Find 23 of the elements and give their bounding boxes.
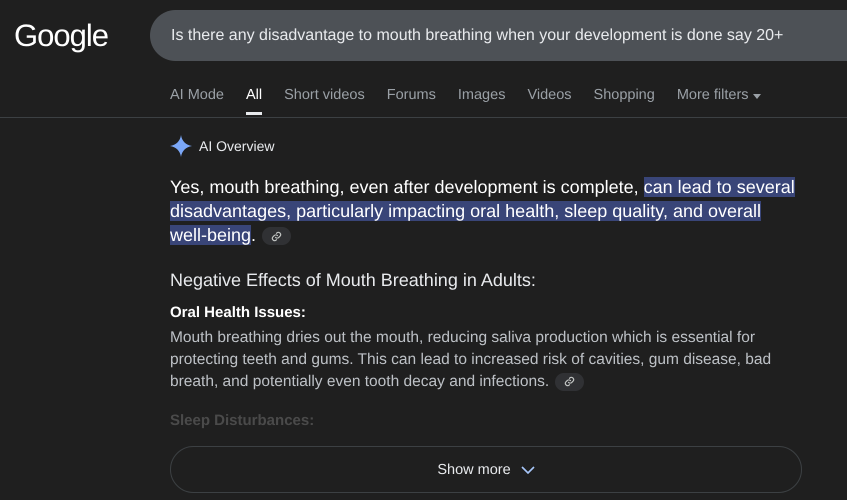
link-icon [271, 230, 282, 242]
search-field[interactable]: Is there any disadvantage to mouth breathing when your development is done say 20+ [150, 10, 847, 61]
search-tab[interactable]: Images [458, 87, 506, 115]
link-icon [564, 376, 576, 388]
search-tab[interactable]: Shopping [594, 87, 655, 115]
summary-paragraph: Yes, mouth breathing, even after development is complete, can lead to several disadvantages, particularly impacting oral health, sleep quality, and overall well-being. [170, 176, 796, 247]
link-chip[interactable] [555, 372, 584, 391]
chevron-down-icon [520, 466, 535, 474]
section-heading: Negative Effects of Mouth Breathing in Adults: [170, 269, 537, 292]
show-more-button[interactable]: Show more [170, 446, 802, 493]
sparkle-icon [170, 135, 192, 157]
search-tab[interactable]: Short videos [284, 87, 365, 115]
link-chip[interactable] [262, 227, 292, 246]
subsection-text: Mouth breathing dries out the mouth, reducing saliva production which is essential for protecting teeth and gums. This can lead to increased risk of cavities, gum disease, bad breath, and potentially even tooth decay and infections. [170, 328, 772, 393]
caret-icon [752, 94, 761, 99]
google-logo[interactable]: Google [14, 18, 150, 54]
search-tab[interactable]: More filters [676, 87, 761, 115]
subsection-title: Oral Health Issues: [170, 303, 307, 323]
search-tab[interactable]: All [246, 87, 262, 115]
search-tab[interactable]: AI Mode [170, 87, 224, 115]
search-tab[interactable]: Forums [386, 87, 436, 115]
search-tab[interactable]: Videos [527, 87, 572, 115]
ai-overview-title: AI Overview [199, 138, 274, 154]
